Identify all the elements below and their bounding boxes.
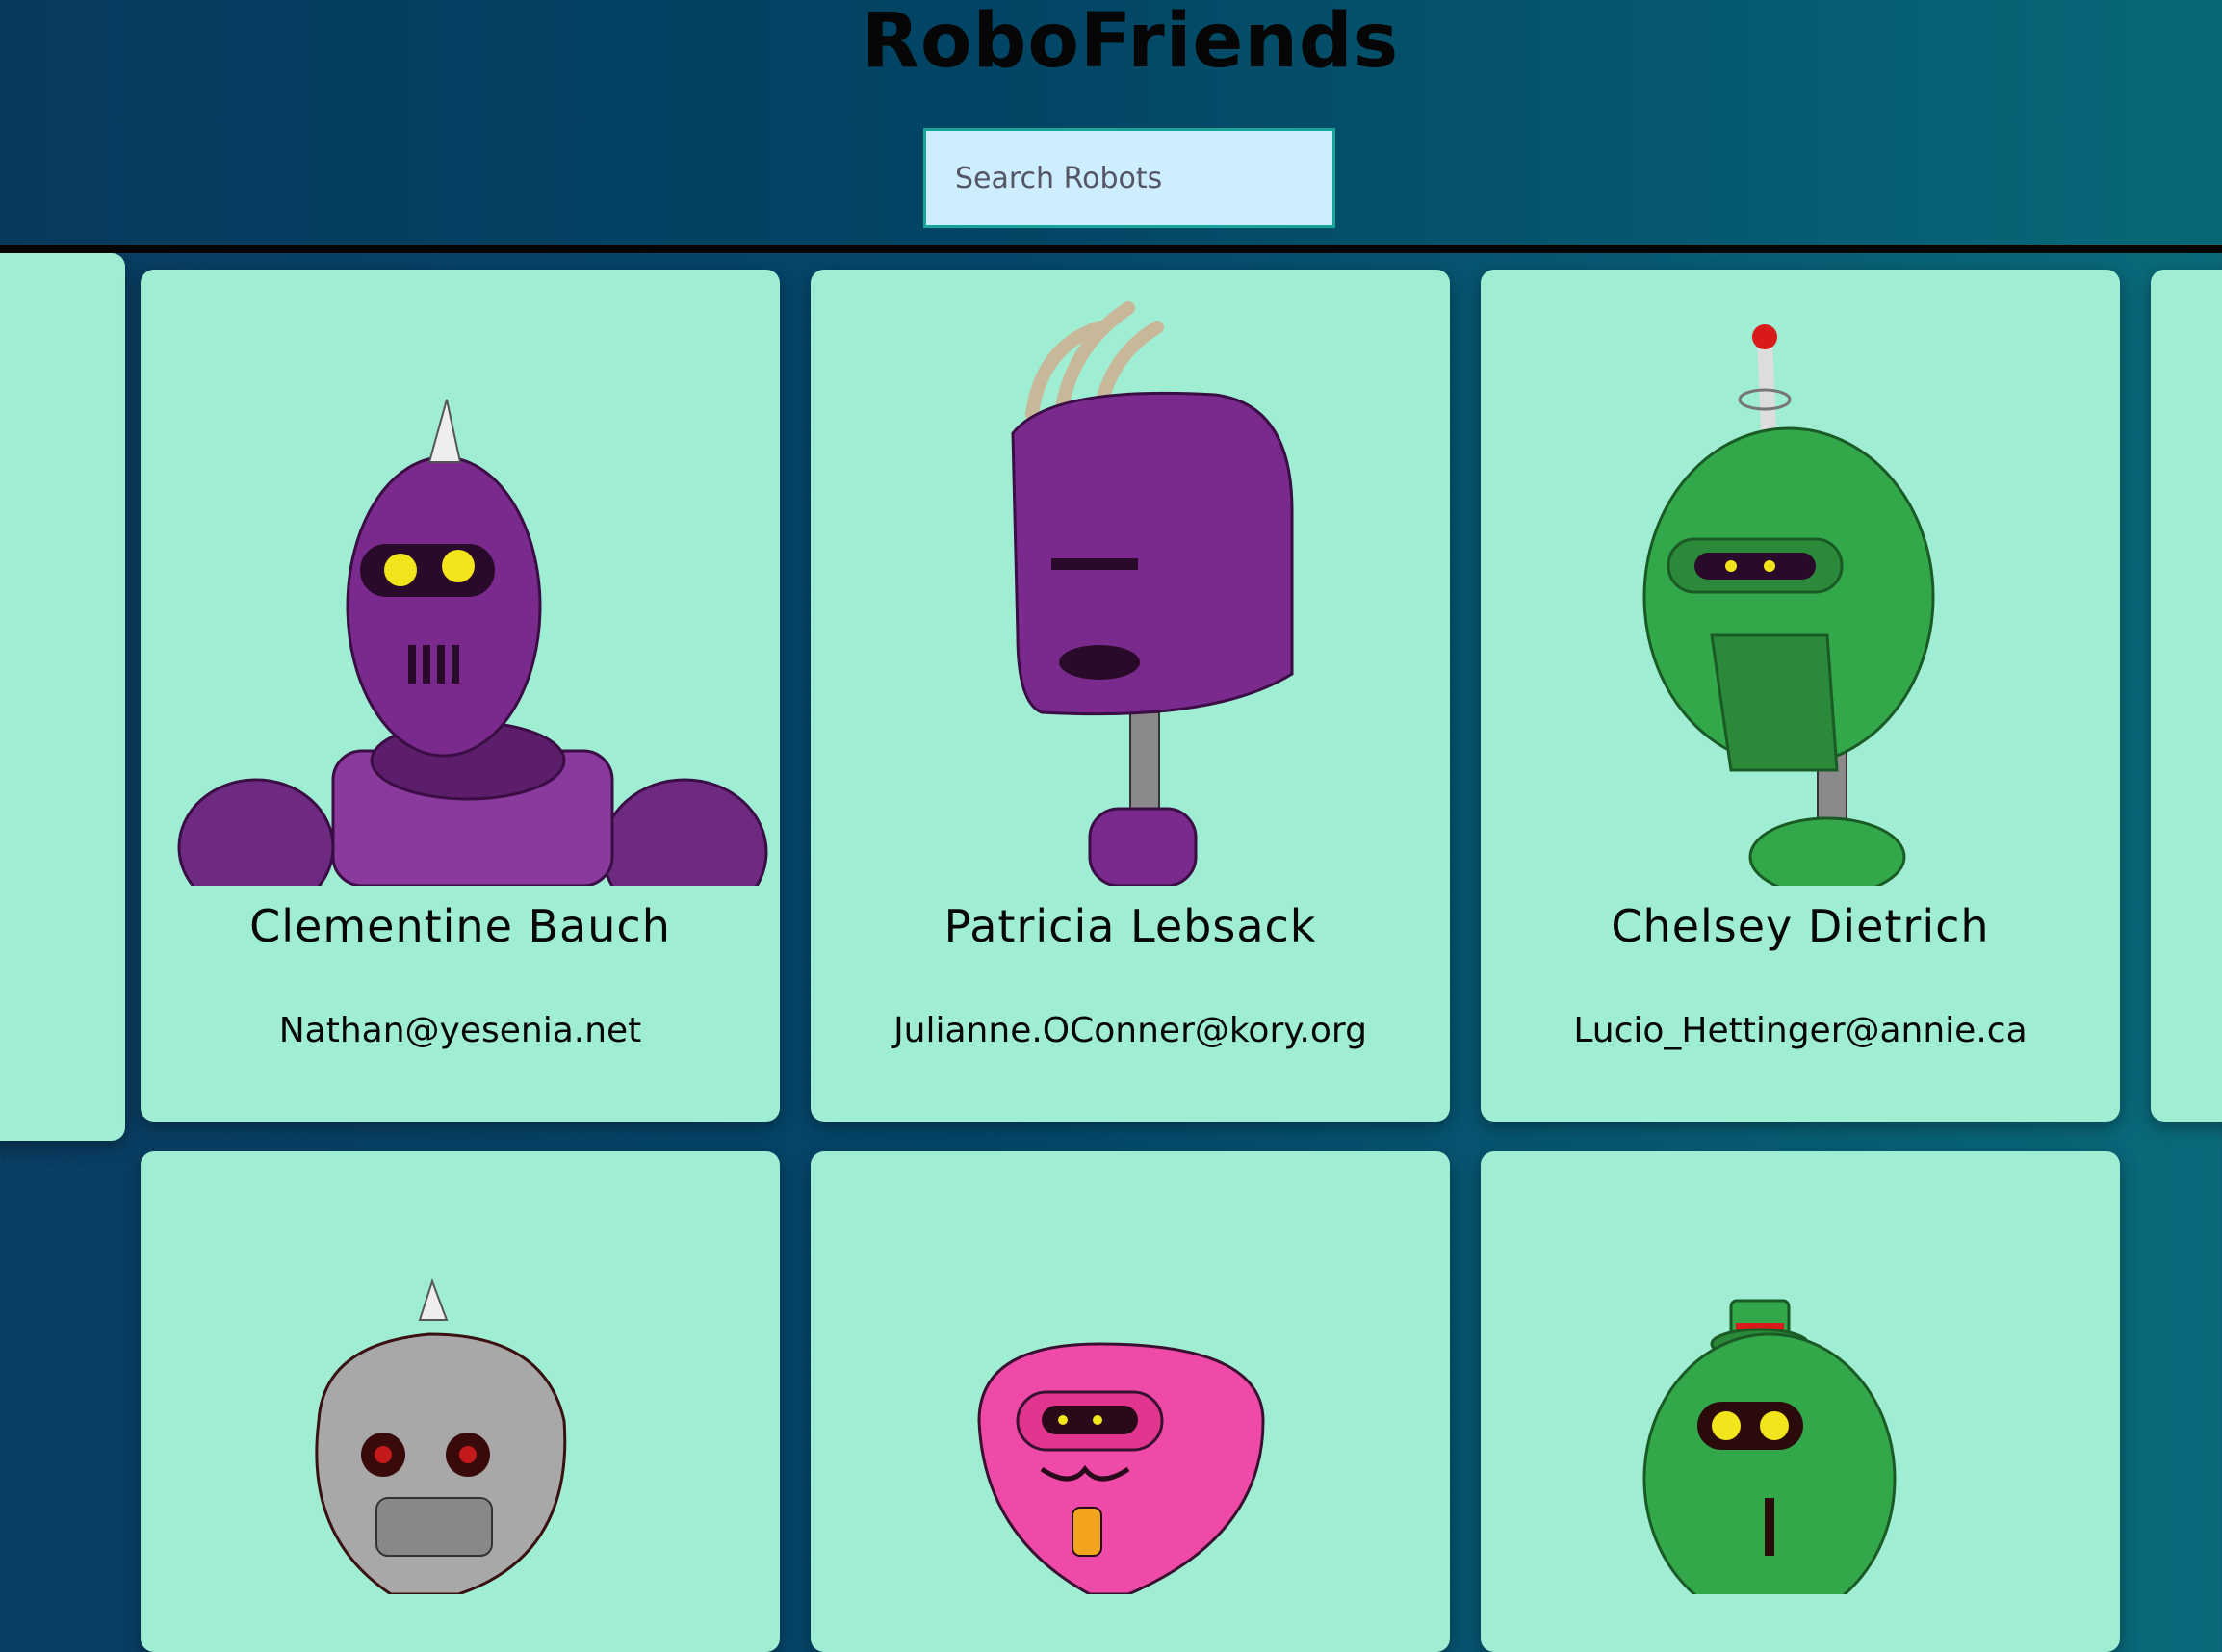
robot-card-partial-right[interactable] [2151,270,2222,1122]
header-divider [0,245,2222,253]
robot-card[interactable]: Chelsey Dietrich Lucio_Hettinger@annie.c… [1481,270,2120,1122]
robot-card[interactable] [1481,1151,2120,1652]
robot-avatar-image [1642,324,1935,886]
robot-card[interactable]: Patricia Lebsack Julianne.OConner@kory.o… [811,270,1450,1122]
robot-avatar-image [977,1342,1265,1594]
robot-avatar-image [315,1278,567,1594]
robot-card-partial-left[interactable] [0,253,125,1141]
robot-email: Nathan@yesenia.net [278,1011,642,1050]
page-title: RoboFriends [861,0,1400,85]
robot-avatar-image [1642,1299,1897,1594]
robot-name: Clementine Bauch [249,900,671,952]
robot-name: Patricia Lebsack [943,900,1317,952]
robot-avatar-image [1011,301,1294,886]
header: RoboFriends [0,0,2222,245]
robot-name: Chelsey Dietrich [1611,900,1990,952]
robot-card[interactable] [811,1151,1450,1652]
search-input[interactable] [923,128,1335,228]
robot-email: Julianne.OConner@kory.org [893,1011,1367,1050]
robot-card[interactable] [141,1151,780,1652]
robot-avatar-image [177,399,768,886]
robot-card[interactable]: Clementine Bauch Nathan@yesenia.net [141,270,780,1122]
robot-email: Lucio_Hettinger@annie.ca [1573,1011,2028,1050]
